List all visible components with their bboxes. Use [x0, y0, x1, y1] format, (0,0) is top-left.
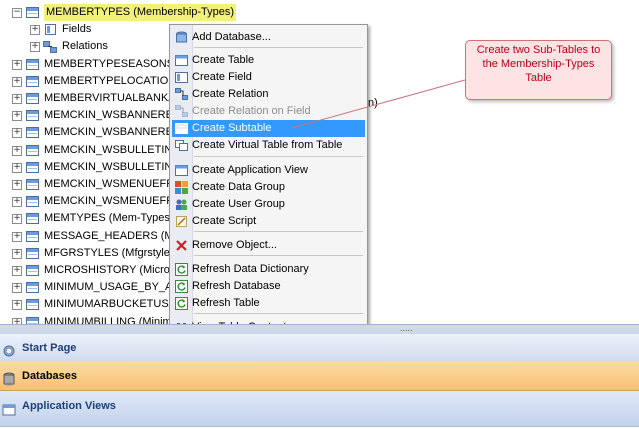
- application-views-panel[interactable]: Application Views: [0, 391, 639, 427]
- databases-icon: [2, 369, 16, 386]
- application-views-label: Application Views: [22, 400, 116, 412]
- databases-label: Databases: [22, 370, 78, 382]
- app-views-icon: [2, 399, 16, 416]
- annotation-callout: Create two Sub-Tables to the Membership-…: [465, 40, 612, 100]
- splitter-grip[interactable]: .....: [400, 324, 413, 333]
- start-page-panel[interactable]: Start Page: [0, 334, 639, 363]
- callout-text: Create two Sub-Tables to the Membership-…: [476, 44, 601, 84]
- start-page-icon: [2, 341, 16, 357]
- start-page-label: Start Page: [22, 342, 77, 354]
- databases-panel[interactable]: Databases: [0, 362, 639, 391]
